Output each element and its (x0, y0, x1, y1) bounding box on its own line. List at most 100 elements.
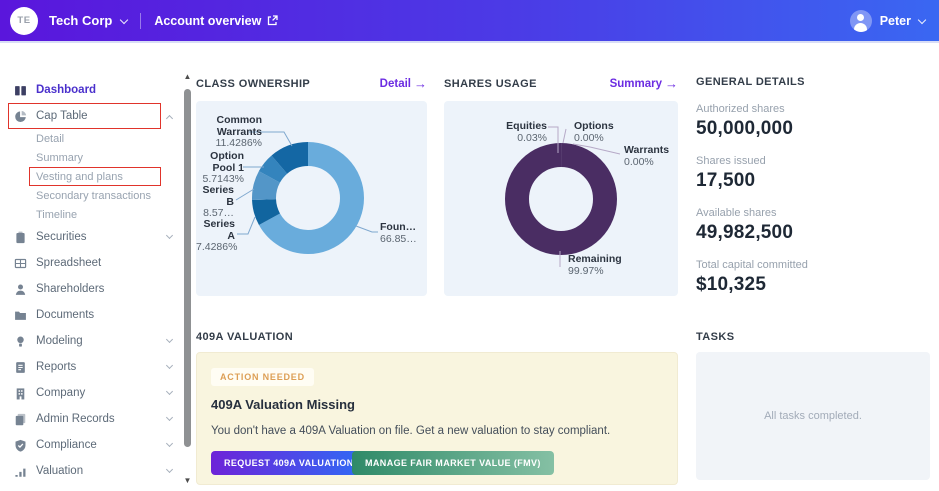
sidebar-item-label: Compliance (36, 439, 97, 451)
sidebar-item-detail[interactable]: Detail (0, 129, 180, 148)
sidebar-item-label: Detail (36, 133, 64, 145)
sidebar-item-label: Modeling (36, 335, 83, 347)
class-ownership-title: CLASS OWNERSHIP (196, 78, 310, 90)
user-name[interactable]: Peter (880, 14, 911, 28)
shares-usage-card: Equities 0.03% Options 0.00% Warrants 0.… (444, 101, 678, 296)
company-logo[interactable]: TE (10, 7, 38, 35)
valuation-409a-header: 409A VALUATION (196, 331, 427, 343)
sidebar-item-label: Dashboard (36, 84, 96, 96)
shares-usage-header: SHARES USAGE Summary → (444, 76, 678, 91)
class-ownership-header: CLASS OWNERSHIP Detail → (196, 76, 427, 91)
chevron-down-icon (167, 387, 172, 399)
shield-icon (14, 439, 27, 452)
sidebar-nav: Dashboard Cap Table Detail Summary Vesting a… (0, 43, 180, 491)
chart-icon (14, 465, 27, 478)
sidebar-item-securities[interactable]: Securities (0, 224, 180, 250)
valuation-409a-title: 409A VALUATION (196, 331, 293, 343)
scroll-down-arrow-icon[interactable]: ▼ (183, 477, 192, 485)
sidebar-item-company[interactable]: Company (0, 380, 180, 406)
sidebar-item-documents[interactable]: Documents (0, 302, 180, 328)
app-root: TE Tech Corp Account overview Peter Dash… (0, 0, 939, 491)
sidebar-item-label: Documents (36, 309, 94, 321)
donut-label-common-warrants: Common Warrants 11.4286% (200, 115, 262, 150)
pie-chart-icon (14, 110, 27, 123)
chevron-down-icon (167, 335, 172, 347)
summary-link[interactable]: Summary → (610, 76, 678, 91)
sidebar-item-label: Vesting and plans (36, 171, 123, 183)
company-name[interactable]: Tech Corp (49, 13, 112, 28)
arrow-right-icon: → (414, 76, 427, 91)
chevron-down-icon (167, 439, 172, 451)
request-409a-valuation-button[interactable]: REQUEST 409A VALUATION (211, 451, 367, 475)
sidebar-item-modeling[interactable]: Modeling (0, 328, 180, 354)
field-label: Authorized shares (696, 103, 930, 115)
tasks-header: TASKS (696, 331, 930, 343)
person-icon (14, 283, 27, 296)
dashboard-icon (14, 84, 27, 97)
field-shares-issued: Shares issued 17,500 (696, 155, 930, 192)
action-needed-badge: ACTION NEEDED (211, 368, 314, 386)
sidebar-item-shareholders[interactable]: Shareholders (0, 276, 180, 302)
summary-link-label: Summary (610, 78, 662, 90)
donut-label-option-pool-1: Option Pool 1 5.7143% (200, 151, 244, 186)
sidebar-item-label: Shareholders (36, 283, 104, 295)
field-value: 50,000,000 (696, 118, 930, 140)
tasks-card: All tasks completed. (696, 352, 930, 480)
sidebar-item-dashboard[interactable]: Dashboard (0, 77, 180, 103)
grid-icon (14, 257, 27, 270)
tasks-empty-message: All tasks completed. (764, 410, 862, 422)
field-label: Shares issued (696, 155, 930, 167)
content-scrollbar: ▲ ▼ (182, 43, 193, 491)
valuation-missing-body: You don't have a 409A Valuation on file.… (211, 425, 610, 437)
donut-label-series-a: Series A 7.4286% (196, 219, 235, 254)
chevron-down-icon (167, 413, 172, 425)
class-ownership-card: Common Warrants 11.4286% Option Pool 1 5… (196, 101, 427, 296)
field-value: 17,500 (696, 170, 930, 192)
donut-label-options: Options 0.00% (574, 121, 634, 144)
account-overview-label: Account overview (154, 14, 261, 28)
navbar-divider (140, 13, 141, 29)
donut-label-equities: Equities 0.03% (464, 121, 547, 144)
field-value: 49,982,500 (696, 222, 930, 244)
sidebar-item-summary[interactable]: Summary (0, 148, 180, 167)
donut-label-series-b: Series B 8.57… (196, 185, 234, 220)
sidebar-item-secondary-transactions[interactable]: Secondary transactions (0, 186, 180, 205)
chevron-down-icon[interactable] (918, 15, 926, 23)
sidebar-item-vesting-and-plans[interactable]: Vesting and plans (0, 167, 180, 186)
building-icon (14, 387, 27, 400)
sidebar-item-timeline[interactable]: Timeline (0, 205, 180, 224)
field-total-capital-committed: Total capital committed $10,325 (696, 259, 930, 296)
scrollbar-thumb[interactable] (184, 89, 191, 447)
lightbulb-icon (14, 335, 27, 348)
tasks-title: TASKS (696, 331, 734, 343)
records-icon (14, 413, 27, 426)
manage-fmv-button[interactable]: MANAGE FAIR MARKET VALUE (FMV) (352, 451, 554, 475)
field-label: Available shares (696, 207, 930, 219)
external-link-icon (267, 15, 278, 26)
account-overview-link[interactable]: Account overview (154, 14, 278, 28)
detail-link[interactable]: Detail → (380, 76, 427, 91)
sidebar-item-label: Reports (36, 361, 76, 373)
sidebar-item-admin-records[interactable]: Admin Records (0, 406, 180, 432)
sidebar-item-valuation[interactable]: Valuation (0, 458, 180, 484)
valuation-409a-card: ACTION NEEDED 409A Valuation Missing You… (196, 352, 678, 485)
chevron-up-icon (167, 110, 172, 122)
general-details-header: GENERAL DETAILS (696, 76, 930, 88)
scroll-up-arrow-icon[interactable]: ▲ (183, 73, 192, 81)
sidebar-item-spreadsheet[interactable]: Spreadsheet (0, 250, 180, 276)
sidebar-item-label: Admin Records (36, 413, 115, 425)
shares-usage-title: SHARES USAGE (444, 78, 537, 90)
sidebar-item-reports[interactable]: Reports (0, 354, 180, 380)
chevron-down-icon (167, 465, 172, 477)
field-authorized-shares: Authorized shares 50,000,000 (696, 103, 930, 140)
user-avatar[interactable] (850, 10, 872, 32)
sidebar-item-label: Spreadsheet (36, 257, 101, 269)
sidebar-item-compliance[interactable]: Compliance (0, 432, 180, 458)
chevron-down-icon[interactable] (120, 15, 128, 23)
sidebar-item-cap-table[interactable]: Cap Table (0, 103, 180, 129)
sidebar-item-label: Securities (36, 231, 87, 243)
sidebar-item-label: Secondary transactions (36, 190, 151, 202)
field-available-shares: Available shares 49,982,500 (696, 207, 930, 244)
chevron-down-icon (167, 361, 172, 373)
top-navbar: TE Tech Corp Account overview Peter (0, 0, 939, 43)
